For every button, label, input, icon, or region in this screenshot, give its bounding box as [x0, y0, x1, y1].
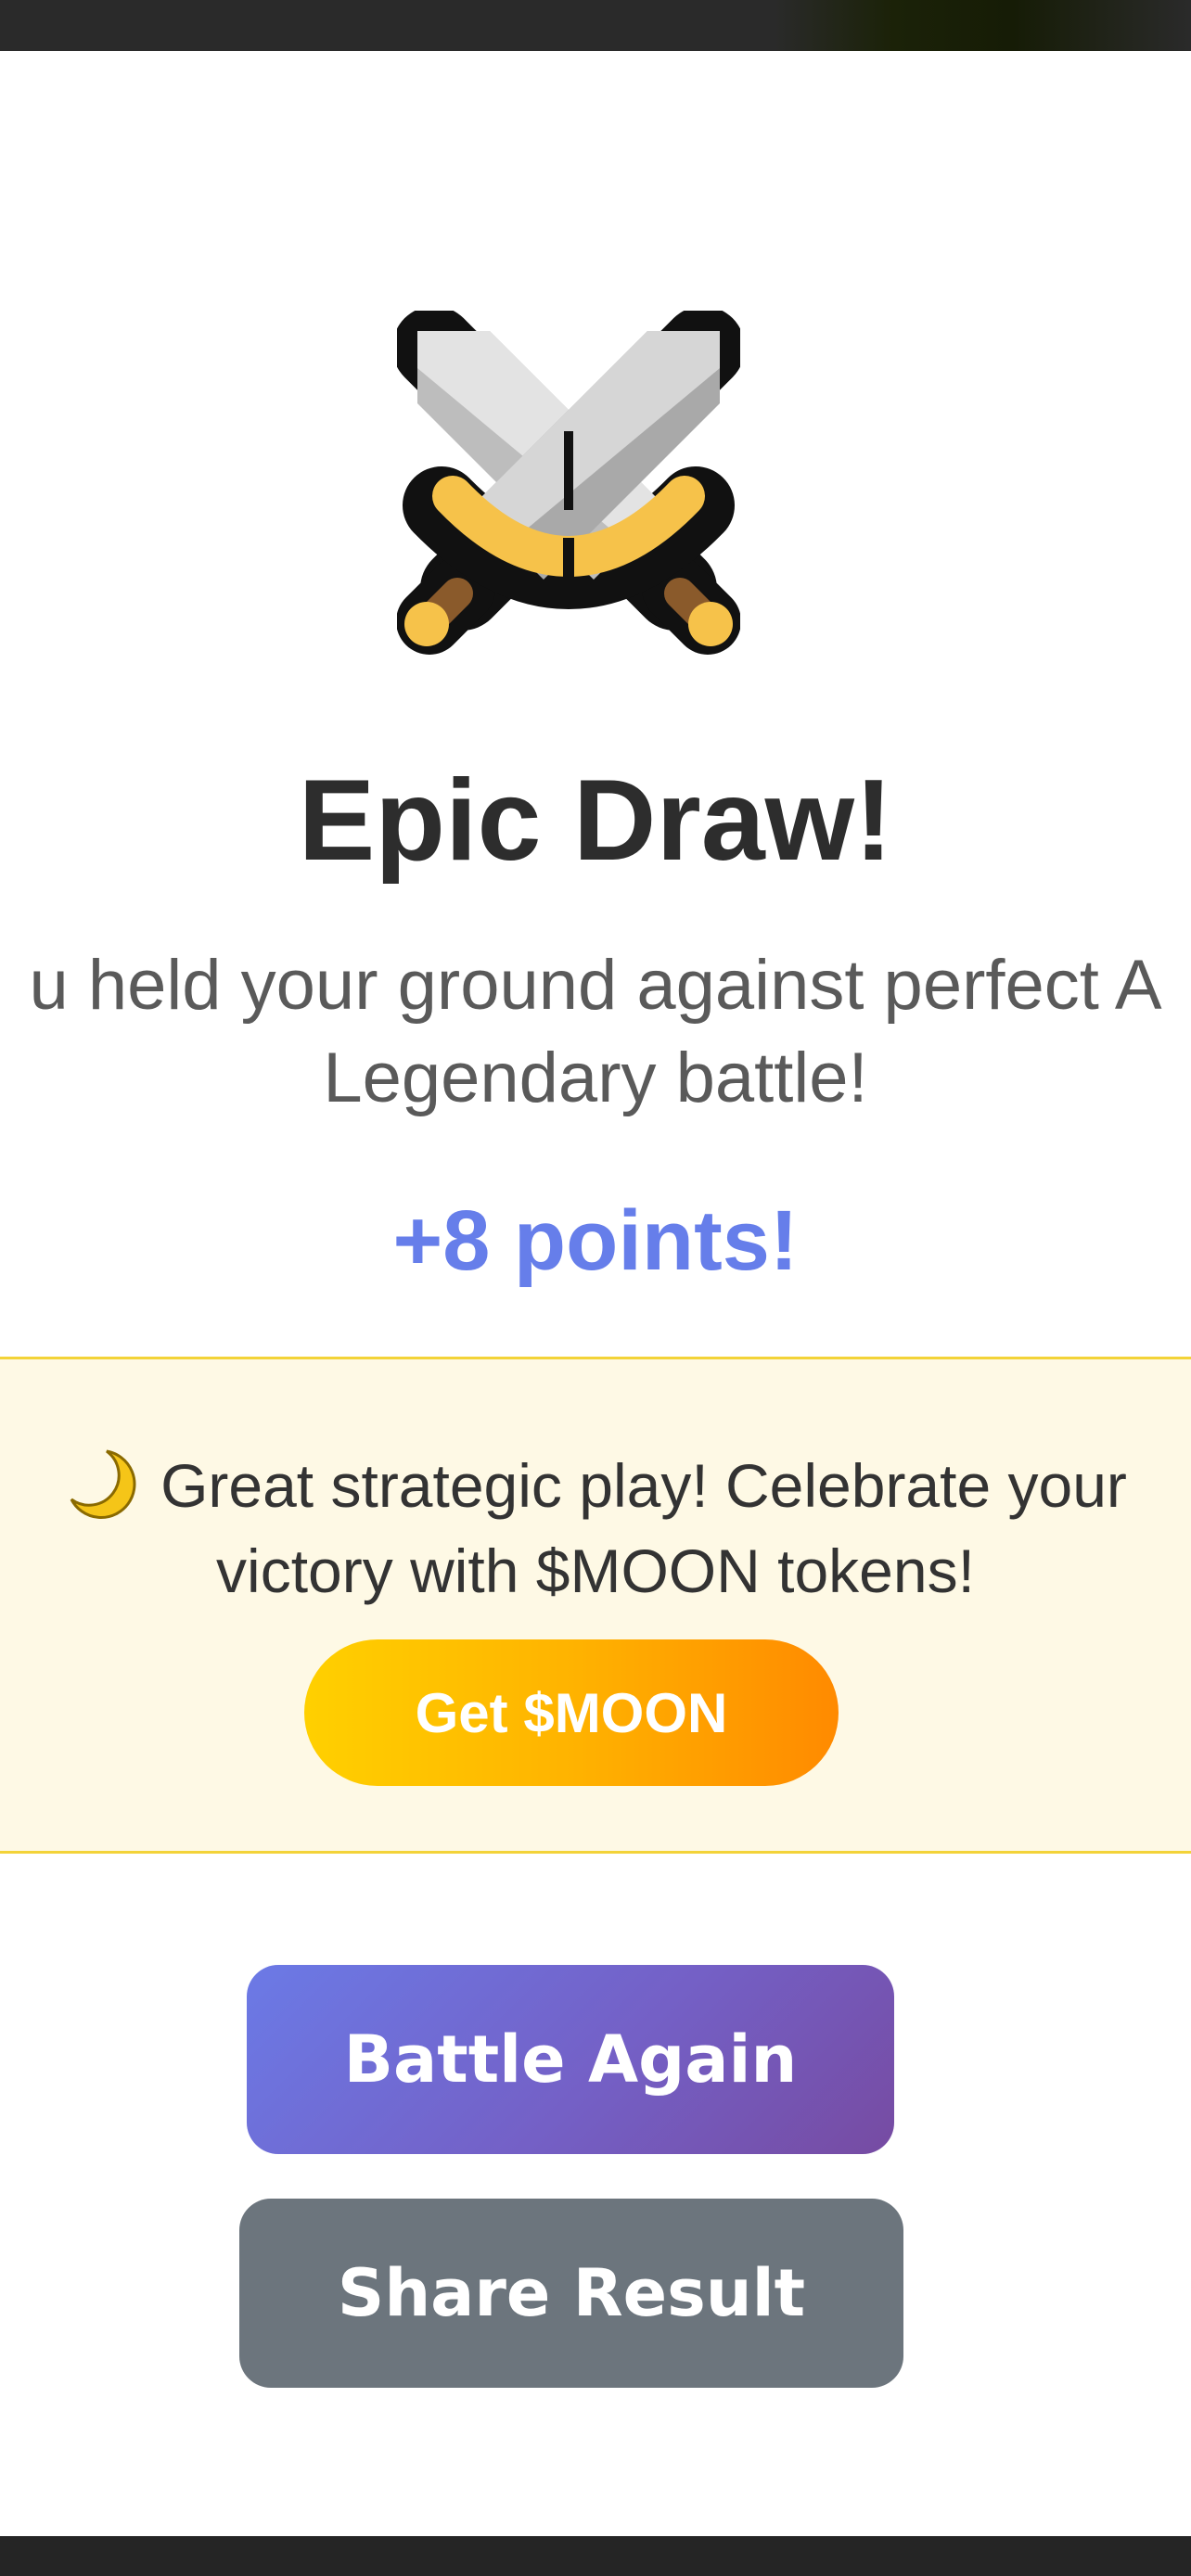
result-message-line-2: Legendary battle!	[323, 1039, 868, 1117]
crossed-swords-icon	[397, 311, 740, 655]
backdrop-bottom	[0, 2536, 1191, 2576]
get-moon-button[interactable]: Get $MOON	[304, 1639, 839, 1786]
backdrop-top	[0, 0, 1191, 51]
points-earned: +8 points!	[392, 1193, 799, 1288]
share-result-button[interactable]: Share Result	[239, 2199, 903, 2388]
promo-text-line-2: victory with $MOON tokens!	[216, 1537, 975, 1605]
crescent-moon-icon	[70, 1449, 136, 1519]
battle-again-button[interactable]: Battle Again	[247, 1965, 894, 2154]
result-message: u held your ground against perfect A Leg…	[0, 939, 1191, 1125]
promo-text: Great strategic play! Celebrate your vic…	[0, 1443, 1191, 1613]
result-message-line-1: u held your ground against perfect A	[29, 946, 1162, 1025]
game-result-modal: Epic Draw! u held your ground against pe…	[0, 51, 1191, 2536]
moon-promo-banner: Great strategic play! Celebrate your vic…	[0, 1357, 1191, 1854]
result-title: Epic Draw!	[298, 757, 893, 885]
promo-text-line-1: Great strategic play! Celebrate your	[0, 1443, 1191, 1528]
